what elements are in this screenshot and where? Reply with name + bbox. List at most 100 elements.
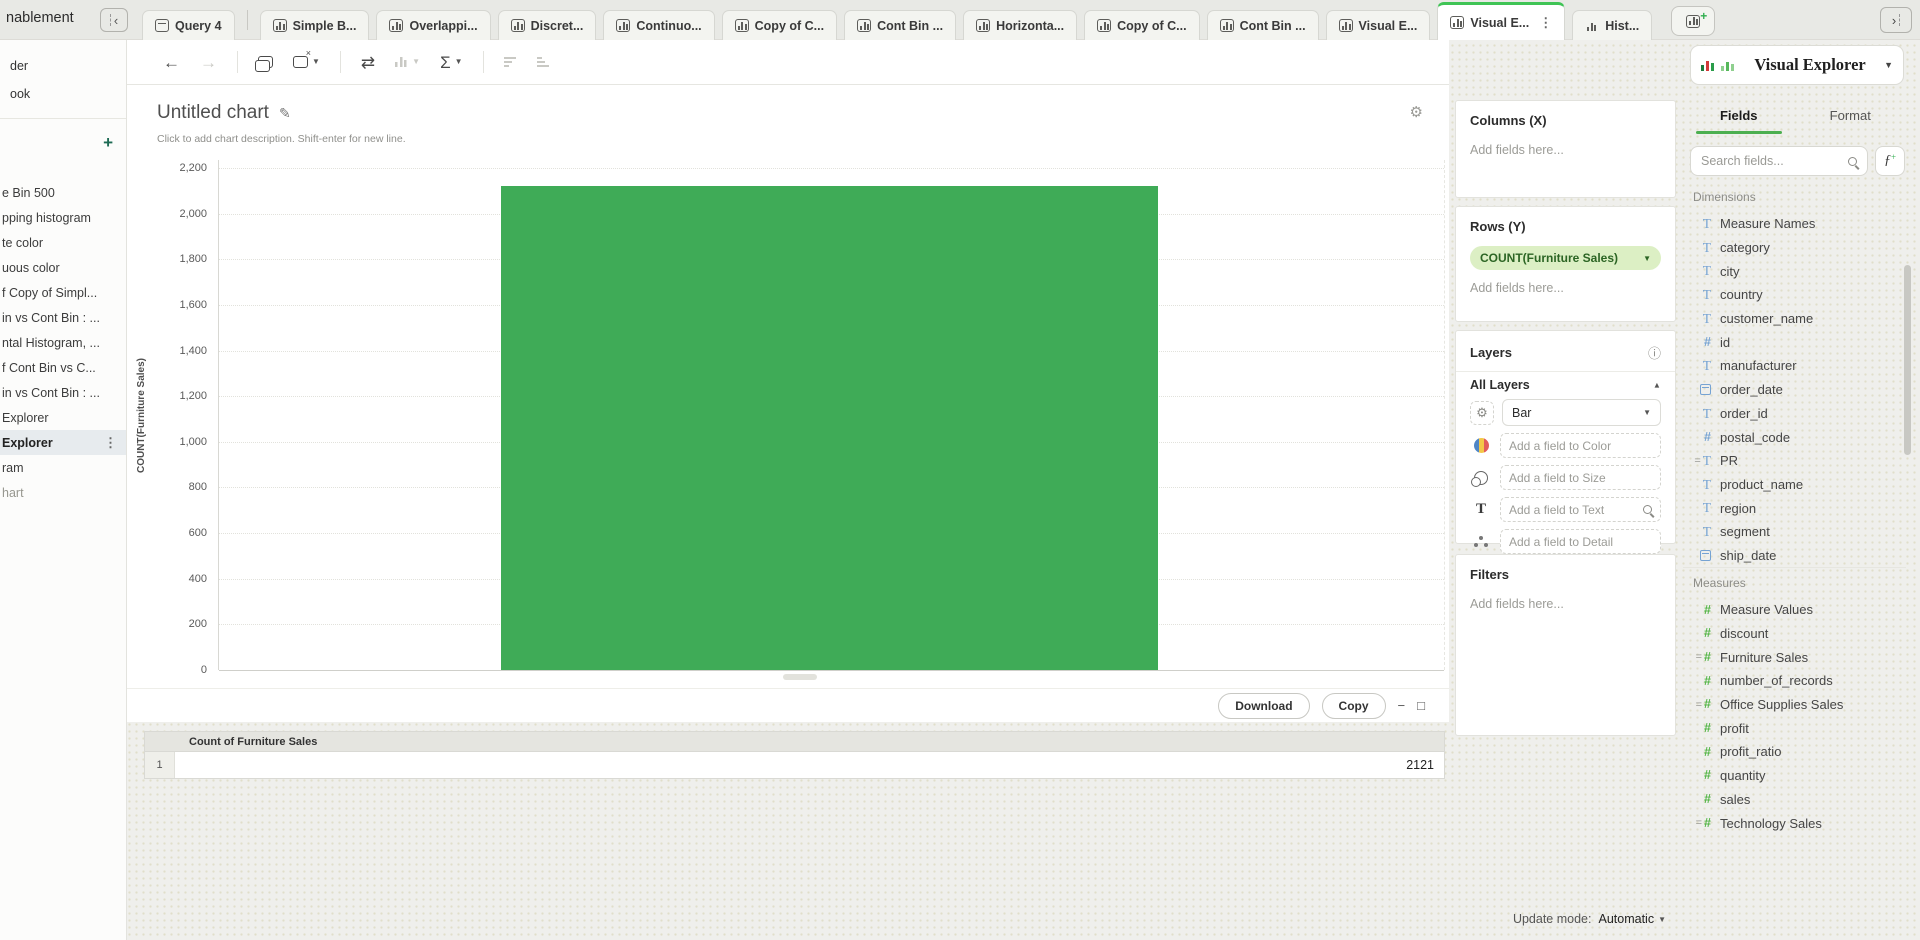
collapse-panel-icon[interactable]: ‹ [100,8,128,32]
tab-visual-e[interactable]: Visual E... [1326,10,1431,40]
chart-title[interactable]: Untitled chart [157,102,269,124]
minimize-table-icon[interactable]: − [1398,699,1406,712]
chart-options-icon[interactable]: ▼ [293,56,320,68]
field-sales[interactable]: #sales [1683,788,1900,812]
explorer-switcher[interactable]: Visual Explorer ▼ [1690,45,1904,85]
results-row[interactable]: 1 2121 [144,751,1445,779]
tab-discret[interactable]: Discret... [498,10,597,40]
sidebar-item-hart[interactable]: hart [0,480,126,505]
tab-simple-b[interactable]: Simple B... [260,10,370,40]
tab-menu-icon[interactable]: ⋮ [1539,15,1552,31]
field-name: quantity [1720,768,1766,783]
sidebar-item-der[interactable]: der [0,52,126,80]
field-technology-sales[interactable]: #Technology Sales [1683,811,1900,835]
copy-button[interactable]: Copy [1322,693,1386,719]
chart-settings-gear-icon[interactable]: ⚙ [1410,103,1423,121]
sidebar-item-explorer[interactable]: Explorer [0,405,126,430]
field-city[interactable]: Tcity [1683,259,1900,283]
sidebar-item-ram[interactable]: ram [0,455,126,480]
chart-description-placeholder[interactable]: Click to add chart description. Shift-en… [157,133,406,145]
bar-mark[interactable] [501,186,1158,670]
update-mode-dropdown[interactable]: Automatic ▼ [1598,912,1666,926]
tab-horizonta[interactable]: Horizonta... [963,10,1077,40]
tab-copy-of-c[interactable]: Copy of C... [722,10,837,40]
search-fields-input[interactable]: Search fields... [1690,146,1868,176]
field-product-name[interactable]: Tproduct_name [1683,473,1900,497]
field-measure-names[interactable]: TMeasure Names [1683,212,1900,236]
tab-overlappi[interactable]: Overlappi... [376,10,490,40]
fields-scrollbar[interactable] [1904,265,1911,455]
layer-settings-gear-icon[interactable]: ⚙ [1470,401,1494,425]
field-region[interactable]: Tregion [1683,496,1900,520]
add-formula-button[interactable]: ƒ+ [1875,146,1905,176]
field-measure-values[interactable]: #Measure Values [1683,598,1900,622]
tab-hist[interactable]: Hist... [1572,10,1652,40]
info-icon[interactable]: ⓘ [1648,343,1661,362]
download-button[interactable]: Download [1218,693,1309,719]
filters-drop-target[interactable]: Add fields here... [1470,597,1661,611]
tab-visual-e[interactable]: Visual E...⋮ [1437,2,1565,40]
collapse-layers-icon[interactable]: ▼ [1653,381,1661,390]
chart-title-row[interactable]: Untitled chart ✎ [157,102,291,124]
tab-copy-of-c[interactable]: Copy of C... [1084,10,1199,40]
sidebar-item-ntal-histogram[interactable]: ntal Histogram, ... [0,330,126,355]
field-manufacturer[interactable]: Tmanufacturer [1683,354,1900,378]
drop-zone-size[interactable]: Add a field to Size [1500,465,1661,490]
undo-icon[interactable]: ← [163,54,180,71]
duplicate-chart-icon[interactable] [258,56,273,68]
drop-zone-detail[interactable]: Add a field to Detail [1500,529,1661,554]
field-pr[interactable]: TPR [1683,449,1900,473]
tab-continuo[interactable]: Continuo... [603,10,714,40]
columns-drop-target[interactable]: Add fields here... [1470,143,1661,157]
edit-title-icon[interactable]: ✎ [279,105,291,122]
swap-axes-icon[interactable]: ⇄ [361,54,375,71]
item-menu-icon[interactable]: ⋮ [104,435,117,451]
field-profit-ratio[interactable]: #profit_ratio [1683,740,1900,764]
field-segment[interactable]: Tsegment [1683,520,1900,544]
pill-caret-icon[interactable]: ▼ [1643,254,1651,263]
new-chart-button[interactable]: + [1671,6,1715,36]
sidebar-item-f-cont-bin-vs-c[interactable]: f Cont Bin vs C... [0,355,126,380]
field-office-supplies-sales[interactable]: #Office Supplies Sales [1683,693,1900,717]
tab-cont-bin[interactable]: Cont Bin ... [1207,10,1319,40]
maximize-table-icon[interactable]: □ [1417,699,1425,712]
sidebar-item-ook[interactable]: ook [0,80,126,108]
tab-strip: Query 4 Simple B...Overlappi... Discret...… [142,0,1715,40]
tab-cont-bin[interactable]: Cont Bin ... [844,10,956,40]
rows-field-pill[interactable]: COUNT(Furniture Sales) ▼ [1470,246,1661,270]
sidebar-item-in-vs-cont-bin[interactable]: in vs Cont Bin : ... [0,380,126,405]
field-postal-code[interactable]: #postal_code [1683,425,1900,449]
expand-panel-icon[interactable]: › [1880,7,1912,33]
sidebar-item-uous-color[interactable]: uous color [0,255,126,280]
field-order-date[interactable]: order_date [1683,378,1900,402]
sidebar-item-te-color[interactable]: te color [0,230,126,255]
sidebar-item-e-bin-500[interactable]: e Bin 500 [0,180,126,205]
aggregate-sigma-icon[interactable]: Σ▼ [440,54,462,71]
field-ship-date[interactable]: ship_date [1683,544,1900,568]
sidebar-item-pping-histogram[interactable]: pping histogram [0,205,126,230]
field-quantity[interactable]: #quantity [1683,764,1900,788]
sidebar-item-f-copy-of-simpl[interactable]: f Copy of Simpl... [0,280,126,305]
mark-type-dropdown[interactable]: Bar ▼ [1502,399,1661,426]
rows-drop-target[interactable]: Add fields here... [1470,281,1661,295]
tab-fields[interactable]: Fields [1683,100,1795,131]
field-id[interactable]: #id [1683,330,1900,354]
sidebar-item-explorer[interactable]: Explorer⋮ [0,430,126,455]
field-country[interactable]: Tcountry [1683,283,1900,307]
field-profit[interactable]: #profit [1683,716,1900,740]
field-discount[interactable]: #discount [1683,622,1900,646]
tab-query-4[interactable]: Query 4 [142,10,235,40]
sidebar-item-in-vs-cont-bin[interactable]: in vs Cont Bin : ... [0,305,126,330]
drop-zone-text[interactable]: Add a field to Text [1500,497,1661,522]
add-item-button[interactable]: + [103,134,113,151]
field-customer-name[interactable]: Tcustomer_name [1683,307,1900,331]
field-order-id[interactable]: Torder_id [1683,402,1900,426]
field-furniture-sales[interactable]: #Furniture Sales [1683,645,1900,669]
resize-grip[interactable] [783,674,817,680]
field-number-of-records[interactable]: #number_of_records [1683,669,1900,693]
field-name: profit_ratio [1720,744,1781,759]
tab-label: Horizonta... [996,19,1064,33]
tab-format[interactable]: Format [1795,100,1907,131]
field-category[interactable]: Tcategory [1683,236,1900,260]
drop-zone-color[interactable]: Add a field to Color [1500,433,1661,458]
